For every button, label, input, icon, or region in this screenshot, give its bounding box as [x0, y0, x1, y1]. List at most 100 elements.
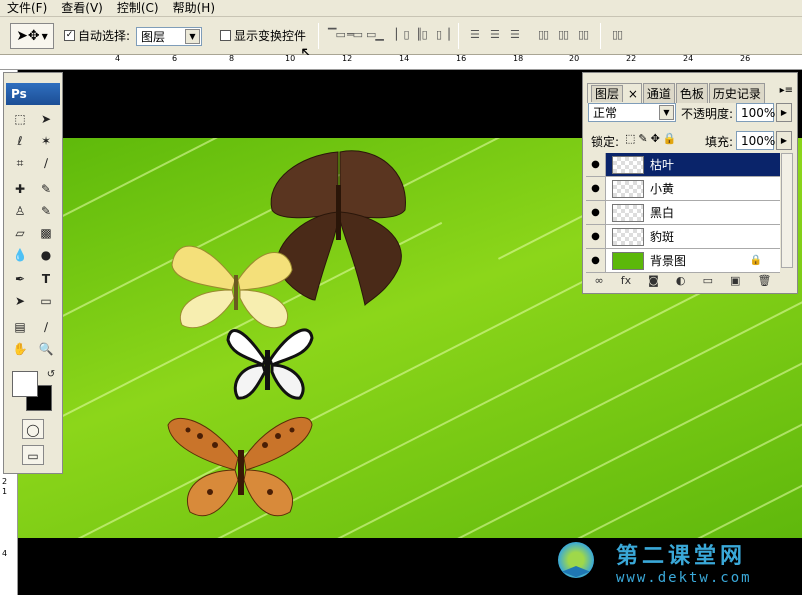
panel-menu-icon[interactable]: ▸≡	[780, 85, 793, 96]
align-bottom-icon[interactable]: ▭▁	[366, 28, 384, 41]
tab-layers[interactable]: 图层 ×	[587, 83, 642, 103]
link-icon[interactable]: ∞	[595, 274, 604, 287]
mask-icon[interactable]: ◙	[648, 274, 659, 287]
blend-mode-dropdown[interactable]: 正常 ▼	[588, 103, 676, 122]
ruler-label: 8	[229, 54, 235, 63]
chevron-down-icon: ▼	[185, 29, 200, 44]
fill-input[interactable]: 100%	[736, 131, 775, 150]
hand-tool-icon[interactable]: ✋	[9, 339, 31, 359]
yellow-butterfly[interactable]	[171, 245, 293, 329]
ruler-label: 10	[285, 54, 296, 63]
distribute-bottom-icon[interactable]: ☰	[510, 28, 520, 41]
layer-row[interactable]: ● 枯叶	[586, 153, 780, 177]
align-left-icon[interactable]: ▏▯	[396, 28, 409, 41]
menu-help[interactable]: 帮助(H)	[166, 0, 222, 17]
lock-label: 锁定:	[591, 135, 620, 149]
tab-history[interactable]: 历史记录	[708, 83, 765, 103]
distribute-vcenter-icon[interactable]: ☰	[490, 28, 500, 41]
blur-tool-icon[interactable]: 💧	[9, 245, 31, 265]
tab-swatches[interactable]: 色板	[675, 83, 708, 103]
trash-icon[interactable]: 🗑	[757, 274, 771, 287]
menu-bar: 文件(F) 查看(V) 控制(C) 帮助(H)	[0, 0, 802, 17]
screen-mode-icon[interactable]: ▭	[22, 445, 44, 465]
foreground-color-swatch[interactable]	[12, 371, 38, 397]
move-tool-preset-button[interactable]: ➤✥ ▼	[10, 23, 54, 49]
eye-icon[interactable]: ●	[586, 249, 606, 272]
history-brush-icon[interactable]: ✎	[35, 201, 57, 221]
crop-tool-icon[interactable]: ⌗	[9, 153, 31, 173]
layers-panel: 图层 × 通道 色板 历史记录 ▸≡ 正常 ▼ 不透明度: 100% ▶ 锁定: …	[582, 72, 798, 294]
folder-icon[interactable]: ▭	[703, 274, 713, 287]
ruler-label: 20	[569, 54, 580, 63]
menu-file[interactable]: 文件(F)	[0, 0, 54, 17]
auto-select-value: 图层	[141, 30, 166, 44]
align-vcenter-icon[interactable]: ═▭	[347, 28, 363, 41]
auto-select-checkbox[interactable]: ✓ 自动选择:	[64, 27, 130, 44]
black-white-butterfly[interactable]	[226, 328, 314, 400]
horizontal-ruler: 4 6 8 10 12 14 16 18 20 22 24 26	[0, 55, 802, 70]
tab-channels[interactable]: 通道	[642, 83, 675, 103]
layers-bottom-toolbar: ∞ fx ◙ ◐ ▭ ▣ 🗑	[586, 271, 780, 289]
layer-row[interactable]: ● 黑白	[586, 201, 780, 225]
distribute-hcenter-icon[interactable]: ▯▯	[558, 28, 569, 41]
layers-scrollbar[interactable]	[781, 153, 793, 268]
lock-icons[interactable]: ⬚✎✥🔒	[625, 132, 680, 145]
adjustment-icon[interactable]: ◐	[676, 274, 686, 287]
stamp-tool-icon[interactable]: ♙	[9, 201, 31, 221]
swap-colors-icon[interactable]: ↺	[40, 365, 62, 385]
magic-wand-icon[interactable]: ✶	[35, 131, 57, 151]
marquee-tool-icon[interactable]: ⬚	[9, 109, 31, 129]
show-transform-checkbox[interactable]: 显示变换控件	[220, 27, 306, 44]
quick-mask-icon[interactable]: ◯	[22, 419, 44, 439]
auto-align-icon[interactable]: ▯▯	[612, 28, 623, 41]
fill-arrow-button[interactable]: ▶	[776, 131, 792, 150]
path-select-icon[interactable]: ➤	[9, 291, 31, 311]
eye-icon[interactable]: ●	[586, 153, 606, 176]
eyedropper-icon[interactable]: ∕	[35, 317, 57, 337]
layer-row[interactable]: ● 小黄	[586, 177, 780, 201]
layer-row[interactable]: ● 豹斑	[586, 225, 780, 249]
brush-tool-icon[interactable]: ✎	[35, 179, 57, 199]
eye-icon[interactable]: ●	[586, 201, 606, 224]
align-hcenter-icon[interactable]: ║▯	[416, 28, 428, 41]
eraser-tool-icon[interactable]: ▱	[9, 223, 31, 243]
zoom-tool-icon[interactable]: 🔍	[35, 339, 57, 359]
ruler-label: 26	[740, 54, 751, 63]
type-tool-icon[interactable]: T	[35, 269, 57, 289]
opacity-arrow-button[interactable]: ▶	[776, 103, 792, 122]
distribute-top-icon[interactable]: ☰	[470, 28, 480, 41]
layer-name: 黑白	[650, 206, 675, 220]
lasso-tool-icon[interactable]: ℓ	[9, 131, 31, 151]
slice-tool-icon[interactable]: ∕	[35, 153, 57, 173]
layer-row[interactable]: ● 背景图 🔒	[586, 249, 780, 273]
leopard-butterfly[interactable]	[167, 417, 313, 517]
move-arrow-icon: ➤✥	[16, 28, 40, 44]
auto-select-dropdown[interactable]: 图层 ▼	[136, 27, 202, 46]
layer-name: 小黄	[650, 182, 675, 196]
gradient-tool-icon[interactable]: ▩	[35, 223, 57, 243]
align-top-icon[interactable]: ▔▭	[328, 28, 346, 41]
menu-control[interactable]: 控制(C)	[110, 0, 166, 17]
align-right-icon[interactable]: ▯▕	[436, 28, 449, 41]
opacity-input[interactable]: 100%	[736, 103, 775, 122]
menu-view[interactable]: 查看(V)	[54, 0, 110, 17]
ruler-label: 22	[626, 54, 637, 63]
dodge-tool-icon[interactable]: ●	[35, 245, 57, 265]
pen-tool-icon[interactable]: ✒	[9, 269, 31, 289]
ruler-label: 4	[2, 549, 8, 558]
eye-icon[interactable]: ●	[586, 225, 606, 248]
distribute-right-icon[interactable]: ▯▯	[578, 28, 589, 41]
watermark-logo-icon	[548, 536, 604, 588]
layer-name: 背景图	[650, 254, 687, 268]
divider	[600, 23, 601, 49]
notes-tool-icon[interactable]: ▤	[9, 317, 31, 337]
dead-leaf-butterfly[interactable]	[270, 150, 406, 306]
shape-tool-icon[interactable]: ▭	[35, 291, 57, 311]
move-tool-icon[interactable]: ➤	[35, 109, 57, 129]
healing-brush-icon[interactable]: ✚	[9, 179, 31, 199]
fx-icon[interactable]: fx	[621, 274, 631, 287]
blend-mode-value: 正常	[593, 106, 618, 120]
eye-icon[interactable]: ●	[586, 177, 606, 200]
distribute-left-icon[interactable]: ▯▯	[538, 28, 549, 41]
new-layer-icon[interactable]: ▣	[730, 274, 740, 287]
